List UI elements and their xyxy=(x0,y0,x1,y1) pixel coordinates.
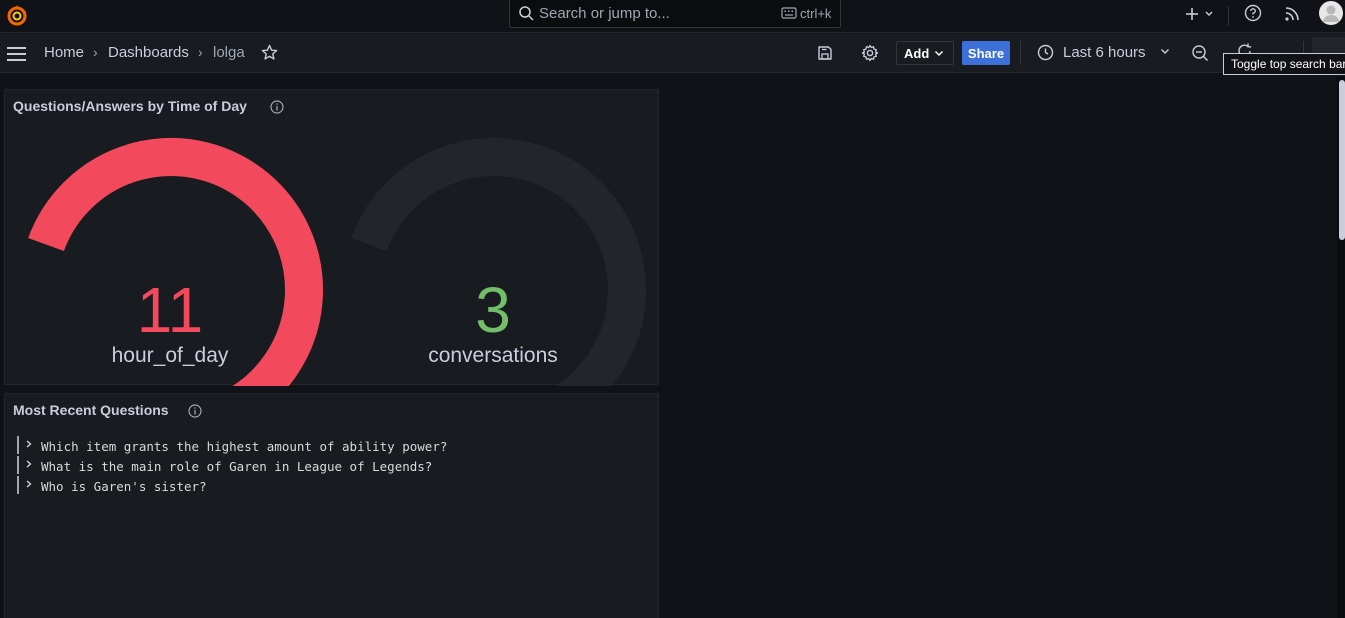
add-button[interactable]: Add xyxy=(896,41,954,65)
add-button-label: Add xyxy=(904,46,930,61)
question-text: What is the main role of Garen in League… xyxy=(41,459,433,474)
help-icon[interactable] xyxy=(1244,4,1262,22)
row-indicator xyxy=(17,476,19,494)
question-text: Who is Garen's sister? xyxy=(41,479,207,494)
divider xyxy=(1020,41,1021,65)
grafana-logo-icon[interactable] xyxy=(5,3,29,27)
tooltip: Toggle top search bar xyxy=(1223,53,1345,75)
menu-icon[interactable] xyxy=(7,47,26,65)
star-icon[interactable] xyxy=(261,44,278,61)
chevron-down-icon[interactable] xyxy=(1160,48,1170,56)
gauge-value-conversations: 3 xyxy=(475,274,511,346)
gauge-label-conversations: conversations xyxy=(428,344,558,367)
questions-panel: Most Recent Questions Which item grants … xyxy=(4,393,659,618)
breadcrumb-separator: › xyxy=(93,44,98,60)
gear-icon[interactable] xyxy=(861,44,879,62)
info-icon[interactable] xyxy=(188,404,202,418)
panel-title: Most Recent Questions xyxy=(13,402,169,418)
search-placeholder: Search or jump to... xyxy=(539,5,670,22)
breadcrumb-dashboards[interactable]: Dashboards xyxy=(108,44,189,61)
divider xyxy=(1228,6,1229,26)
keyboard-icon xyxy=(781,7,797,19)
row-indicator xyxy=(17,456,19,474)
clock-icon[interactable] xyxy=(1037,44,1054,61)
breadcrumb-home[interactable]: Home xyxy=(44,44,84,61)
question-text: Which item grants the highest amount of … xyxy=(41,439,448,454)
row-indicator xyxy=(17,436,19,454)
rss-icon[interactable] xyxy=(1284,5,1301,22)
chevron-right-icon[interactable] xyxy=(25,459,33,469)
chevron-right-icon[interactable] xyxy=(25,439,33,449)
chevron-down-icon xyxy=(934,50,944,57)
avatar[interactable] xyxy=(1319,1,1343,25)
breadcrumb-separator: › xyxy=(198,44,203,60)
search-bar[interactable]: Search or jump to... ctrl+k xyxy=(509,0,841,28)
gauge-panel: Questions/Answers by Time of Day 11 hour… xyxy=(4,89,659,386)
breadcrumb-current: lolga xyxy=(213,44,245,61)
gauge-value-hour-of-day: 11 xyxy=(136,274,204,346)
dashboard-nav-bar: Home › Dashboards › lolga Add Share Last… xyxy=(0,33,1345,73)
chevron-down-icon[interactable] xyxy=(1204,9,1214,19)
gauge-label-hour-of-day: hour_of_day xyxy=(111,344,229,367)
top-bar: Search or jump to... ctrl+k xyxy=(0,0,1345,33)
zoom-out-icon[interactable] xyxy=(1191,44,1209,62)
scrollbar-thumb[interactable] xyxy=(1339,80,1345,240)
save-icon[interactable] xyxy=(817,45,833,61)
time-range-picker[interactable]: Last 6 hours xyxy=(1063,44,1146,61)
search-shortcut: ctrl+k xyxy=(800,6,832,21)
plus-icon[interactable] xyxy=(1184,6,1200,22)
chevron-right-icon[interactable] xyxy=(25,479,33,489)
search-icon xyxy=(519,6,534,21)
share-button[interactable]: Share xyxy=(962,41,1010,65)
